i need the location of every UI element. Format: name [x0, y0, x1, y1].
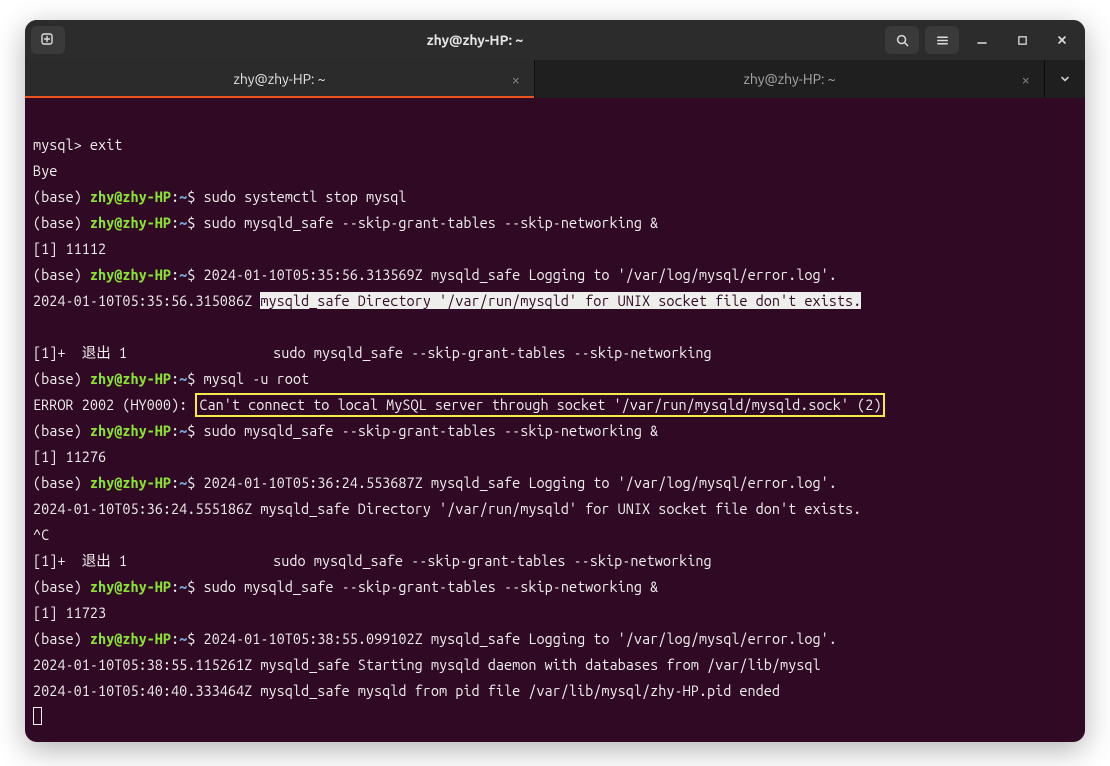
term-output: 2024-01-10T05:35:56.315086Z [33, 292, 260, 309]
prompt-dollar: $ [187, 422, 203, 439]
prompt-sep: : [171, 578, 179, 595]
prompt-dollar: $ [187, 474, 203, 491]
tab-bar: zhy@zhy-HP: ~ × zhy@zhy-HP: ~ × [25, 60, 1085, 98]
term-line: 2024-01-10T05:40:40.333464Z mysqld_safe … [33, 682, 780, 699]
titlebar: zhy@zhy-HP: ~ [25, 20, 1085, 60]
tab-close-icon[interactable]: × [512, 71, 520, 88]
prompt-sep: : [171, 630, 179, 647]
close-icon [1056, 34, 1068, 46]
chevron-down-icon [1059, 73, 1071, 85]
window-title: zhy@zhy-HP: ~ [73, 32, 877, 48]
term-output: 2024-01-10T05:38:55.099102Z mysqld_safe … [204, 630, 837, 647]
highlighted-text: mysqld_safe Directory '/var/run/mysqld' … [260, 292, 861, 309]
term-line: [1]+ 退出 1 sudo mysqld_safe --skip-grant-… [33, 344, 712, 361]
term-cmd: sudo mysqld_safe --skip-grant-tables --s… [204, 422, 659, 439]
prompt-dollar: $ [187, 214, 203, 231]
prompt-dollar: $ [187, 630, 203, 647]
error-highlight: Can't connect to local MySQL server thro… [195, 393, 885, 417]
search-button[interactable] [885, 26, 919, 54]
prompt-user: zhy@zhy-HP [90, 474, 171, 491]
term-line: ^C [33, 526, 49, 543]
term-cmd: mysql -u root [204, 370, 310, 387]
minimize-button[interactable] [965, 27, 999, 53]
prompt-base: (base) [33, 422, 90, 439]
term-line: 2024-01-10T05:36:24.555186Z mysqld_safe … [33, 500, 861, 517]
prompt-base: (base) [33, 370, 90, 387]
prompt-sep: : [171, 422, 179, 439]
term-cmd: sudo systemctl stop mysql [204, 188, 407, 205]
prompt-user: zhy@zhy-HP [90, 188, 171, 205]
maximize-icon [1017, 35, 1028, 46]
prompt-user: zhy@zhy-HP [90, 422, 171, 439]
prompt-base: (base) [33, 214, 90, 231]
maximize-button[interactable] [1005, 27, 1039, 53]
minimize-icon [976, 34, 988, 46]
new-tab-icon [40, 32, 56, 48]
prompt-user: zhy@zhy-HP [90, 630, 171, 647]
tab-label: zhy@zhy-HP: ~ [743, 71, 835, 87]
term-line: [1] 11112 [33, 240, 106, 257]
term-line: Bye [33, 162, 57, 179]
terminal-content[interactable]: mysql> exit Bye (base) zhy@zhy-HP:~$ sud… [25, 98, 1085, 742]
prompt-dollar: $ [187, 266, 203, 283]
prompt-sep: : [171, 188, 179, 205]
tab-dropdown-button[interactable] [1045, 60, 1085, 98]
tab-label: zhy@zhy-HP: ~ [233, 71, 325, 87]
prompt-base: (base) [33, 266, 90, 283]
new-tab-button[interactable] [31, 26, 65, 54]
term-line: [1] 11723 [33, 604, 106, 621]
prompt-user: zhy@zhy-HP [90, 266, 171, 283]
term-line: 2024-01-10T05:38:55.115261Z mysqld_safe … [33, 656, 821, 673]
term-line: [1]+ 退出 1 sudo mysqld_safe --skip-grant-… [33, 552, 712, 569]
prompt-dollar: $ [187, 370, 203, 387]
menu-button[interactable] [925, 26, 959, 54]
close-button[interactable] [1045, 27, 1079, 53]
prompt-user: zhy@zhy-HP [90, 370, 171, 387]
prompt-dollar: $ [187, 188, 203, 205]
term-cmd: sudo mysqld_safe --skip-grant-tables --s… [204, 214, 659, 231]
term-cmd: sudo mysqld_safe --skip-grant-tables --s… [204, 578, 659, 595]
term-line: [1] 11276 [33, 448, 106, 465]
prompt-base: (base) [33, 630, 90, 647]
search-icon [895, 33, 910, 48]
prompt-user: zhy@zhy-HP [90, 578, 171, 595]
hamburger-icon [935, 33, 950, 48]
prompt-base: (base) [33, 188, 90, 205]
tab-close-icon[interactable]: × [1022, 71, 1030, 88]
prompt-user: zhy@zhy-HP [90, 214, 171, 231]
prompt-dollar: $ [187, 578, 203, 595]
tab-2[interactable]: zhy@zhy-HP: ~ × [535, 60, 1045, 98]
term-output: 2024-01-10T05:35:56.313569Z mysqld_safe … [204, 266, 837, 283]
terminal-window: zhy@zhy-HP: ~ [25, 20, 1085, 742]
term-output: ERROR 2002 (HY000): [33, 396, 195, 413]
prompt-sep: : [171, 370, 179, 387]
prompt-base: (base) [33, 578, 90, 595]
cursor [33, 707, 42, 725]
prompt-base: (base) [33, 474, 90, 491]
term-output: 2024-01-10T05:36:24.553687Z mysqld_safe … [204, 474, 837, 491]
prompt-sep: : [171, 266, 179, 283]
prompt-sep: : [171, 214, 179, 231]
tab-1[interactable]: zhy@zhy-HP: ~ × [25, 60, 535, 98]
prompt-sep: : [171, 474, 179, 491]
term-line: mysql> exit [33, 136, 122, 153]
